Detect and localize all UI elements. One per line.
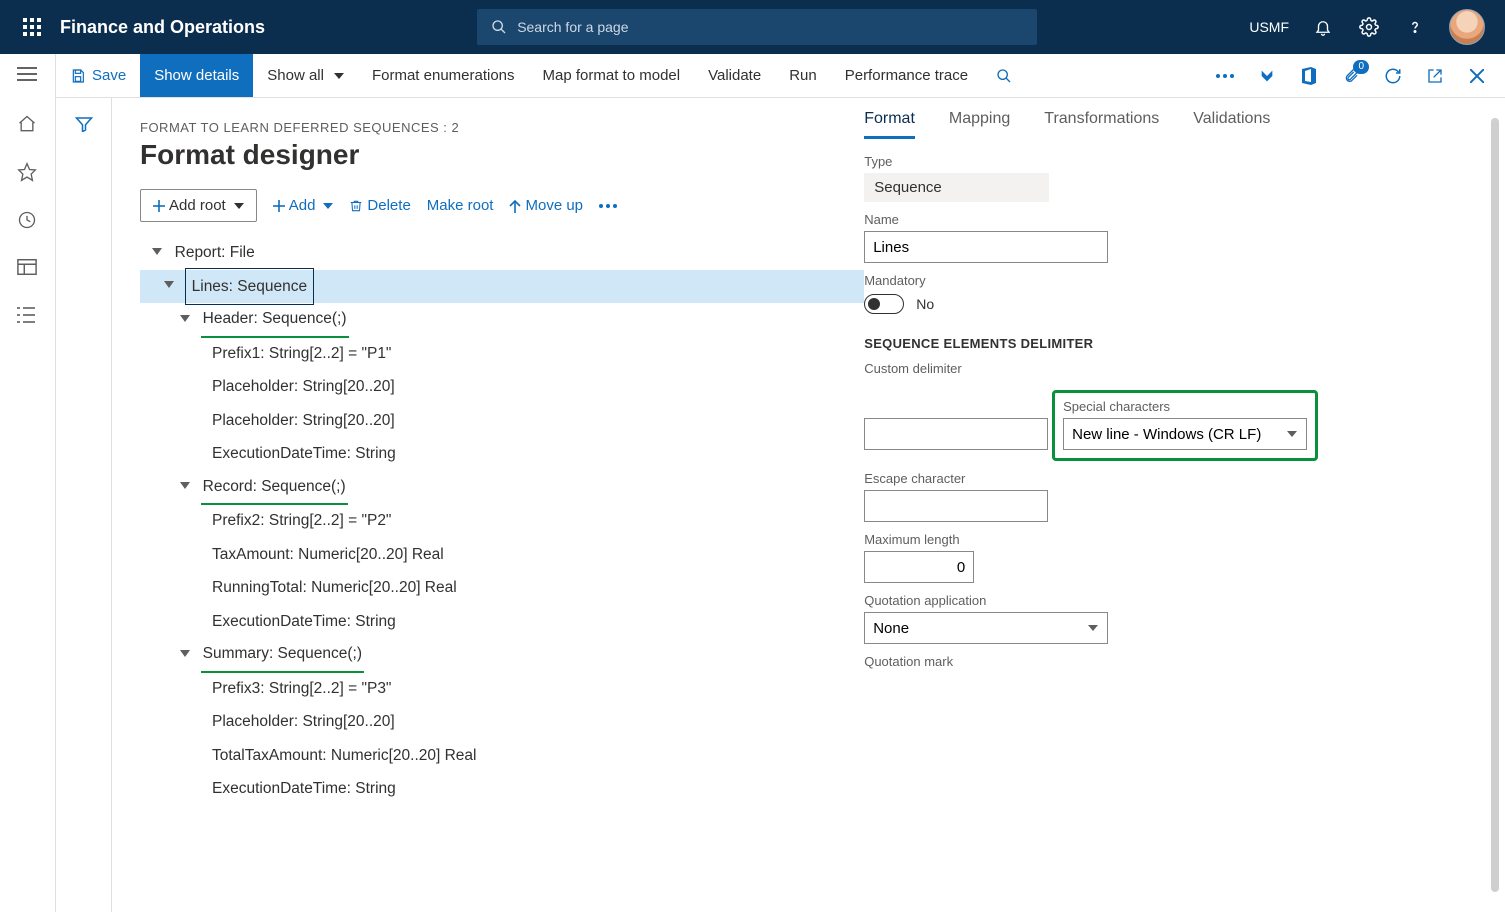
type-value: Sequence (864, 173, 1049, 202)
maximum-length-input[interactable] (864, 551, 974, 583)
save-label: Save (92, 67, 126, 84)
tree-leaf[interactable]: TotalTaxAmount: Numeric[20..20] Real (140, 739, 864, 773)
tree-leaf[interactable]: Placeholder: String[20..20] (140, 370, 864, 404)
type-label: Type (864, 154, 1473, 169)
tree-node-record[interactable]: Record: Sequence(;) (140, 471, 864, 505)
search-placeholder: Search for a page (517, 19, 628, 35)
special-characters-label: Special characters (1063, 399, 1307, 414)
hamburger-icon[interactable] (17, 66, 39, 88)
toolbar-overflow-icon[interactable] (599, 204, 617, 208)
tree-leaf[interactable]: ExecutionDateTime: String (140, 437, 864, 471)
recent-icon[interactable] (17, 210, 39, 232)
waffle-icon[interactable] (12, 18, 52, 36)
app-title: Finance and Operations (60, 17, 265, 38)
tab-transformations[interactable]: Transformations (1044, 110, 1159, 139)
mandatory-label: Mandatory (864, 273, 1473, 288)
help-icon[interactable] (1403, 15, 1427, 39)
delete-button[interactable]: Delete (349, 197, 410, 214)
map-format-to-model-button[interactable]: Map format to model (529, 54, 695, 97)
star-icon[interactable] (17, 162, 39, 184)
top-header: Finance and Operations Search for a page… (0, 0, 1505, 54)
tree-leaf[interactable]: Prefix1: String[2..2] = "P1" (140, 337, 864, 371)
refresh-icon[interactable] (1383, 66, 1403, 86)
mandatory-value: No (916, 296, 934, 312)
quotation-application-label: Quotation application (864, 593, 1473, 608)
attachments-badge: 0 (1353, 60, 1369, 74)
environment-label[interactable]: USMF (1249, 19, 1289, 35)
save-button[interactable]: Save (56, 54, 140, 97)
name-label: Name (864, 212, 1473, 227)
office-icon[interactable] (1299, 66, 1319, 86)
tree-leaf[interactable]: Placeholder: String[20..20] (140, 404, 864, 438)
tree-node-summary[interactable]: Summary: Sequence(;) (140, 638, 864, 672)
custom-delimiter-input[interactable] (864, 418, 1048, 450)
validate-button[interactable]: Validate (694, 54, 775, 97)
format-tree: Report: File Lines: Sequence Header: Seq… (140, 236, 864, 806)
format-enumerations-button[interactable]: Format enumerations (358, 54, 529, 97)
left-rail (0, 54, 56, 912)
mandatory-toggle[interactable] (864, 294, 904, 314)
overflow-menu-icon[interactable] (1215, 66, 1235, 86)
special-characters-highlight: Special characters New line - Windows (C… (1052, 390, 1318, 461)
scrollbar[interactable] (1491, 118, 1499, 892)
quotation-application-select[interactable]: None (864, 612, 1108, 644)
search-input[interactable]: Search for a page (477, 9, 1037, 45)
performance-trace-button[interactable]: Performance trace (831, 54, 982, 97)
tree-leaf[interactable]: ExecutionDateTime: String (140, 605, 864, 639)
tree-node-header[interactable]: Header: Sequence(;) (140, 303, 864, 337)
avatar[interactable] (1449, 9, 1485, 45)
designer-panel: FORMAT TO LEARN DEFERRED SEQUENCES : 2 F… (112, 98, 864, 912)
run-button[interactable]: Run (775, 54, 831, 97)
gear-icon[interactable] (1357, 15, 1381, 39)
show-all-button[interactable]: Show all (253, 54, 358, 97)
close-icon[interactable] (1467, 66, 1487, 86)
workspace-icon[interactable] (17, 258, 39, 280)
make-root-button[interactable]: Make root (427, 197, 494, 214)
properties-panel: Format Mapping Transformations Validatio… (864, 98, 1505, 912)
pin-icon[interactable] (1257, 66, 1277, 86)
tab-format[interactable]: Format (864, 110, 915, 139)
tree-node-lines[interactable]: Lines: Sequence (140, 270, 864, 304)
move-up-button[interactable]: Move up (509, 197, 583, 214)
delimiter-section-title: SEQUENCE ELEMENTS DELIMITER (864, 336, 1473, 351)
custom-delimiter-label: Custom delimiter (864, 361, 1473, 376)
tree-leaf[interactable]: Placeholder: String[20..20] (140, 705, 864, 739)
show-details-button[interactable]: Show details (140, 54, 253, 97)
filter-pane-toggle[interactable] (56, 98, 112, 912)
modules-icon[interactable] (17, 306, 39, 328)
attachments-icon[interactable]: 0 (1341, 66, 1361, 86)
add-root-button[interactable]: Add root (140, 189, 257, 222)
add-button[interactable]: Add (273, 197, 334, 214)
special-characters-select[interactable]: New line - Windows (CR LF) (1063, 418, 1307, 450)
quotation-mark-label: Quotation mark (864, 654, 1473, 669)
page-title: Format designer (140, 139, 864, 171)
tree-node-report[interactable]: Report: File (140, 236, 864, 270)
tree-leaf[interactable]: ExecutionDateTime: String (140, 772, 864, 806)
bell-icon[interactable] (1311, 15, 1335, 39)
name-input[interactable] (864, 231, 1108, 263)
action-search-button[interactable] (982, 54, 1026, 97)
home-icon[interactable] (17, 114, 39, 136)
tab-validations[interactable]: Validations (1193, 110, 1270, 139)
tab-mapping[interactable]: Mapping (949, 110, 1010, 139)
tree-leaf[interactable]: TaxAmount: Numeric[20..20] Real (140, 538, 864, 572)
maximum-length-label: Maximum length (864, 532, 1473, 547)
popout-icon[interactable] (1425, 66, 1445, 86)
tree-leaf[interactable]: RunningTotal: Numeric[20..20] Real (140, 571, 864, 605)
tree-leaf[interactable]: Prefix2: String[2..2] = "P2" (140, 504, 864, 538)
escape-character-input[interactable] (864, 490, 1048, 522)
tree-leaf[interactable]: Prefix3: String[2..2] = "P3" (140, 672, 864, 706)
escape-character-label: Escape character (864, 471, 1473, 486)
action-bar: Save Show details Show all Format enumer… (0, 54, 1505, 98)
breadcrumb: FORMAT TO LEARN DEFERRED SEQUENCES : 2 (140, 120, 864, 135)
